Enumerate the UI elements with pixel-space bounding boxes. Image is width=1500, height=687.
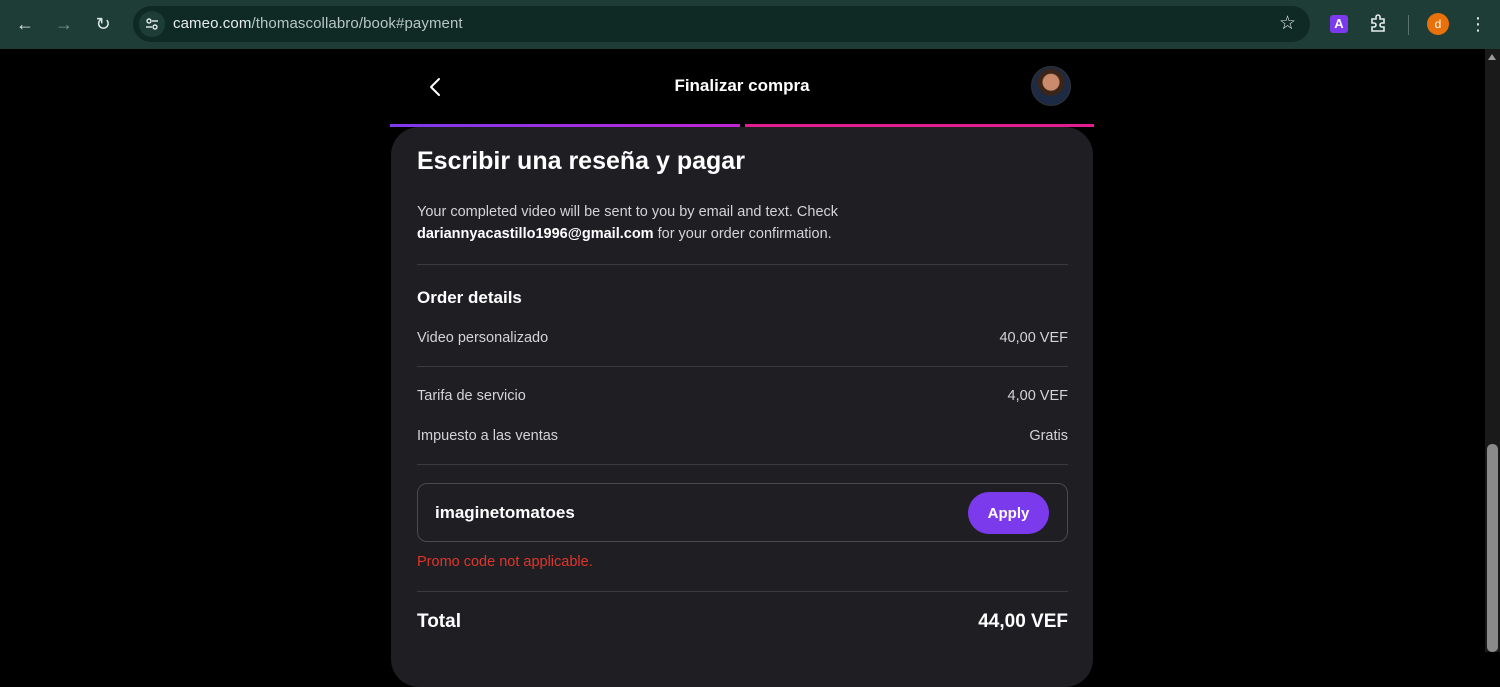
- order-row-label: Video personalizado: [417, 330, 549, 346]
- back-arrow-icon[interactable]: ←: [12, 11, 38, 37]
- checkout-header: Finalizar compra: [390, 49, 1094, 125]
- apply-button[interactable]: Apply: [968, 492, 1049, 534]
- reload-icon[interactable]: ↻: [90, 11, 116, 37]
- site-info-icon[interactable]: [139, 11, 165, 37]
- talent-avatar: [1031, 66, 1071, 106]
- promo-code-box: Apply: [417, 483, 1068, 542]
- payment-card: Escribir una reseña y pagar Your complet…: [391, 127, 1093, 687]
- order-details-title: Order details: [417, 288, 522, 307]
- order-row-label: Impuesto a las ventas: [417, 428, 559, 444]
- forward-arrow-icon[interactable]: →: [51, 11, 77, 37]
- order-row-label: Tarifa de servicio: [417, 388, 526, 404]
- divider: [417, 464, 1068, 465]
- card-title: Escribir una reseña y pagar: [417, 147, 745, 175]
- url-text: cameo.com/thomascollabro/book#payment: [173, 15, 463, 32]
- confirmation-description: Your completed video will be sent to you…: [417, 204, 839, 242]
- total-value: 44,00 VEF: [978, 611, 1068, 632]
- extensions-puzzle-icon[interactable]: [1368, 12, 1390, 39]
- order-row-value: 4,00 VEF: [1007, 388, 1068, 404]
- bookmark-star-icon[interactable]: ☆: [1279, 12, 1296, 35]
- promo-error-message: Promo code not applicable.: [417, 554, 593, 570]
- divider: [417, 591, 1068, 592]
- browser-menu-icon[interactable]: ⋮: [1469, 12, 1487, 36]
- total-label: Total: [417, 611, 461, 632]
- order-row-value: Gratis: [1029, 428, 1068, 444]
- toolbar-separator: [1408, 15, 1409, 35]
- confirmation-email: dariannyacastillo1996@gmail.com: [417, 226, 654, 242]
- browser-toolbar: ← → ↻ cameo.com/thomascollabro/book#paym…: [0, 0, 1500, 49]
- promo-code-input[interactable]: [435, 500, 935, 526]
- extension-a-icon[interactable]: A: [1330, 15, 1348, 33]
- scroll-up-arrow-icon[interactable]: [1488, 54, 1496, 60]
- profile-avatar[interactable]: d: [1427, 13, 1449, 35]
- divider: [417, 366, 1068, 367]
- page-title: Finalizar compra: [674, 76, 810, 95]
- order-row-value: 40,00 VEF: [999, 330, 1068, 346]
- address-bar[interactable]: cameo.com/thomascollabro/book#payment ☆: [133, 6, 1310, 42]
- scrollbar-thumb[interactable]: [1487, 444, 1498, 652]
- divider: [417, 264, 1068, 265]
